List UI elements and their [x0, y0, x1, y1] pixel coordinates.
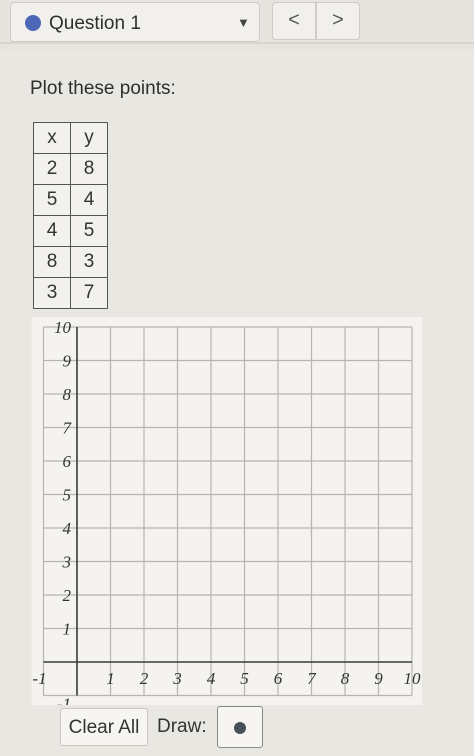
y-tick-label: 9 [63, 352, 72, 371]
table-row: 5 4 [33, 184, 108, 216]
table-cell-y: 4 [70, 184, 108, 216]
point-icon [234, 722, 246, 734]
next-question-button[interactable]: > [316, 2, 360, 40]
x-tick-label: 5 [240, 669, 249, 688]
table-cell-y: 3 [70, 246, 108, 278]
table-header-row: x y [33, 122, 108, 154]
points-table: x y 2 8 5 4 4 5 8 3 3 7 [33, 122, 108, 309]
x-tick-label: 10 [404, 669, 422, 688]
x-tick-label: 4 [207, 669, 216, 688]
plot-background [31, 317, 422, 705]
table-row: 8 3 [33, 246, 108, 278]
y-tick-label: 1 [63, 620, 72, 639]
table-cell-y: 8 [70, 153, 108, 185]
y-tick-label: 8 [63, 385, 72, 404]
y-tick-label: 4 [63, 519, 72, 538]
x-tick-label: 6 [274, 669, 283, 688]
y-tick-label: 3 [62, 553, 72, 572]
header-divider [0, 42, 474, 44]
table-cell-x: 3 [33, 277, 71, 309]
table-cell-x: 2 [33, 153, 71, 185]
table-cell-x: 5 [33, 184, 71, 216]
x-tick-label: -1 [32, 669, 46, 688]
draw-label: Draw: [157, 716, 207, 737]
draw-point-tool-button[interactable] [217, 706, 263, 748]
x-tick-label: 8 [341, 669, 350, 688]
x-tick-label: 2 [140, 669, 149, 688]
x-tick-label: 1 [106, 669, 115, 688]
question-header: Question 1 ▼ < > [0, 0, 474, 50]
table-header-x: x [33, 122, 71, 154]
y-tick-label: -1 [57, 695, 71, 706]
x-tick-label: 3 [172, 669, 182, 688]
table-row: 4 5 [33, 215, 108, 247]
previous-question-button[interactable]: < [272, 2, 316, 40]
question-status-icon [25, 15, 41, 31]
table-cell-y: 5 [70, 215, 108, 247]
question-label: Question 1 [49, 13, 141, 34]
table-row: 2 8 [33, 153, 108, 185]
y-tick-label: 10 [54, 318, 72, 337]
question-selector[interactable]: Question 1 ▼ [10, 2, 260, 42]
clear-all-button[interactable]: Clear All [60, 708, 148, 746]
table-cell-y: 7 [70, 277, 108, 309]
plot-grid[interactable]: -1 1 2 3 4 5 6 7 8 9 10-112345678910 [0, 305, 474, 705]
y-tick-label: 6 [63, 452, 72, 471]
table-cell-x: 8 [33, 246, 71, 278]
y-tick-label: 2 [63, 586, 72, 605]
table-header-y: y [70, 122, 108, 154]
table-row: 3 7 [33, 277, 108, 309]
table-cell-x: 4 [33, 215, 71, 247]
x-tick-label: 9 [374, 669, 383, 688]
y-tick-label: 5 [63, 486, 72, 505]
chevron-down-icon[interactable]: ▼ [237, 15, 250, 30]
instruction-text: Plot these points: [30, 78, 176, 99]
